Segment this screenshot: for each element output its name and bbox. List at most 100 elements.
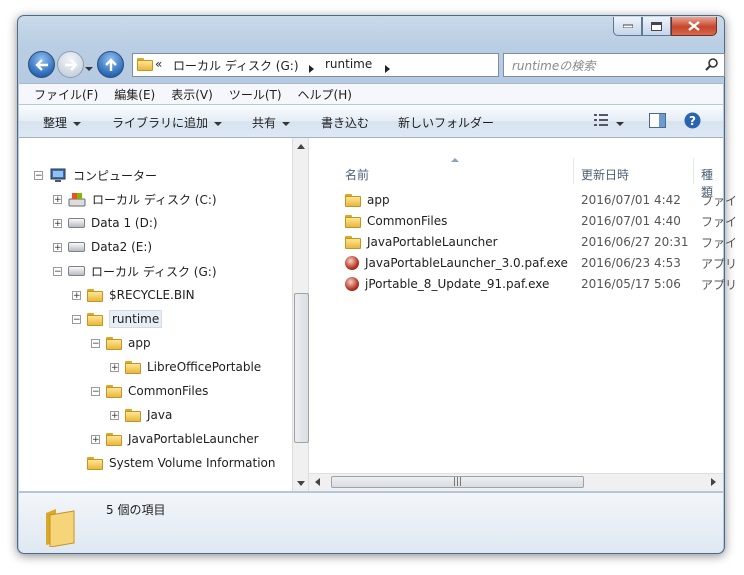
file-row[interactable]: JavaPortableLauncher_3.0.paf.exe 2016/06… (345, 253, 737, 273)
folder-icon (137, 58, 153, 71)
tree-label: runtime (109, 310, 163, 328)
file-type: アプリ (701, 256, 738, 271)
file-row[interactable]: jPortable_8_Update_91.paf.exe 2016/05/17… (345, 274, 737, 294)
expand-toggle[interactable]: + (91, 434, 100, 444)
collapse-toggle[interactable]: − (34, 170, 43, 180)
scroll-left-icon[interactable] (315, 478, 320, 486)
tree-label: LibreOfficePortable (147, 360, 262, 374)
scroll-down-icon[interactable] (297, 481, 305, 486)
column-separator[interactable] (693, 158, 694, 184)
sort-ascending-icon (451, 158, 459, 162)
new-folder-button[interactable]: 新しいフォルダー (398, 114, 494, 131)
folder-icon (106, 384, 122, 398)
search-box[interactable]: runtimeの検索 (503, 53, 725, 77)
collapse-toggle[interactable]: − (91, 386, 100, 396)
tree-item-runtime[interactable]: − runtime (72, 309, 163, 329)
column-name[interactable]: 名前 (345, 166, 369, 183)
tree-item-commonfiles[interactable]: − CommonFiles (91, 381, 208, 401)
tree-item-libreofficeportable[interactable]: + LibreOfficePortable (110, 357, 261, 377)
search-placeholder[interactable]: runtimeの検索 (512, 57, 595, 74)
collapse-toggle[interactable]: − (53, 266, 62, 276)
breadcrumb-drive[interactable]: ローカル ディスク (G:) (173, 57, 299, 74)
up-button[interactable] (97, 51, 124, 78)
tree-label: Data 1 (D:) (91, 216, 158, 230)
chevron-down-icon (616, 121, 624, 126)
forward-button[interactable] (57, 51, 84, 78)
file-row[interactable]: app 2016/07/01 4:42 ファイ (345, 190, 737, 210)
folder-icon (87, 312, 103, 326)
column-date[interactable]: 更新日時 (581, 166, 629, 183)
tree-item-drive-e[interactable]: + Data2 (E:) (53, 237, 152, 257)
add-to-library-button[interactable]: ライブラリに追加 (112, 114, 223, 131)
menu-tools[interactable]: ツール(T) (229, 86, 282, 103)
close-icon (688, 21, 700, 31)
expand-toggle[interactable]: + (110, 410, 119, 420)
tree-item-drive-d[interactable]: + Data 1 (D:) (53, 213, 158, 233)
folder-large-icon (46, 509, 75, 547)
tree-item-javaportablelauncher[interactable]: + JavaPortableLauncher (91, 429, 259, 449)
list-scroll-thumb[interactable]: ||| (331, 476, 584, 488)
tree-item-java[interactable]: + Java (110, 405, 172, 425)
maximize-button[interactable] (642, 17, 671, 36)
tree-scrollbar[interactable] (292, 138, 309, 491)
drive-icon (68, 242, 85, 252)
burn-button[interactable]: 書き込む (321, 114, 369, 131)
address-bar[interactable]: « ローカル ディスク (G:) runtime (132, 53, 595, 77)
chevron-right-icon[interactable] (309, 62, 314, 76)
recent-pages-dropdown[interactable] (85, 61, 93, 75)
expand-toggle[interactable]: + (53, 218, 62, 228)
explorer-window: « ローカル ディスク (G:) runtime runtimeの検索 ファイル… (17, 15, 737, 554)
tree-item-drive-g[interactable]: − ローカル ディスク (G:) (53, 261, 217, 281)
view-options-button[interactable] (594, 113, 624, 130)
menu-view[interactable]: 表示(V) (171, 86, 213, 103)
minimize-button[interactable] (613, 17, 642, 36)
expand-toggle[interactable]: + (72, 290, 81, 300)
preview-pane-button[interactable] (649, 113, 666, 131)
tree-item-app[interactable]: − app (91, 333, 151, 353)
tree-item-system-volume-information[interactable]: System Volume Information (87, 453, 275, 473)
menu-help[interactable]: ヘルプ(H) (298, 86, 352, 103)
details-pane: 5 個の項目 (19, 492, 723, 553)
collapse-toggle[interactable]: − (91, 338, 100, 348)
up-arrow-icon (104, 57, 117, 71)
menu-file[interactable]: ファイル(F) (34, 86, 98, 103)
breadcrumb-runtime[interactable]: runtime (325, 57, 372, 71)
expand-toggle[interactable]: + (53, 194, 62, 204)
help-button[interactable]: ? (684, 112, 701, 132)
close-button[interactable] (671, 17, 717, 36)
help-icon: ? (684, 112, 701, 129)
preview-pane-icon (649, 113, 666, 128)
drive-c-icon (68, 193, 86, 207)
file-type: ファイ (701, 235, 738, 250)
folder-icon (87, 288, 103, 302)
search-icon[interactable] (705, 57, 719, 74)
window-controls (613, 17, 717, 36)
column-separator[interactable] (573, 158, 574, 184)
tree-item-computer[interactable]: − コンピューター (34, 165, 157, 185)
file-row[interactable]: CommonFiles 2016/07/01 4:40 ファイ (345, 211, 737, 231)
add-library-label: ライブラリに追加 (112, 116, 209, 130)
expand-toggle[interactable]: + (110, 362, 119, 372)
expand-toggle[interactable]: + (53, 242, 62, 252)
breadcrumb-overflow[interactable]: « (155, 57, 162, 71)
list-horizontal-scrollbar[interactable]: ||| (309, 473, 723, 491)
drive-icon (68, 218, 85, 228)
collapse-toggle[interactable]: − (72, 314, 81, 324)
file-name: jPortable_8_Update_91.paf.exe (365, 277, 550, 291)
back-arrow-icon (34, 58, 48, 71)
organize-label: 整理 (43, 116, 68, 130)
file-row[interactable]: JavaPortableLauncher 2016/06/27 20:31 ファ… (345, 232, 737, 252)
tree-label: コンピューター (73, 168, 158, 183)
tree-item-recycle-bin[interactable]: + $RECYCLE.BIN (72, 285, 195, 305)
scroll-right-icon[interactable] (711, 478, 716, 486)
tree-item-drive-c[interactable]: + ローカル ディスク (C:) (53, 189, 217, 209)
tree-scroll-thumb[interactable] (294, 293, 309, 443)
organize-button[interactable]: 整理 (43, 114, 82, 131)
file-name: JavaPortableLauncher_3.0.paf.exe (365, 256, 568, 270)
share-button[interactable]: 共有 (252, 114, 291, 131)
scroll-up-icon[interactable] (297, 144, 305, 149)
menu-edit[interactable]: 編集(E) (114, 86, 155, 103)
back-button[interactable] (28, 51, 55, 78)
chevron-right-icon[interactable] (385, 62, 390, 76)
svg-text:?: ? (689, 114, 696, 128)
